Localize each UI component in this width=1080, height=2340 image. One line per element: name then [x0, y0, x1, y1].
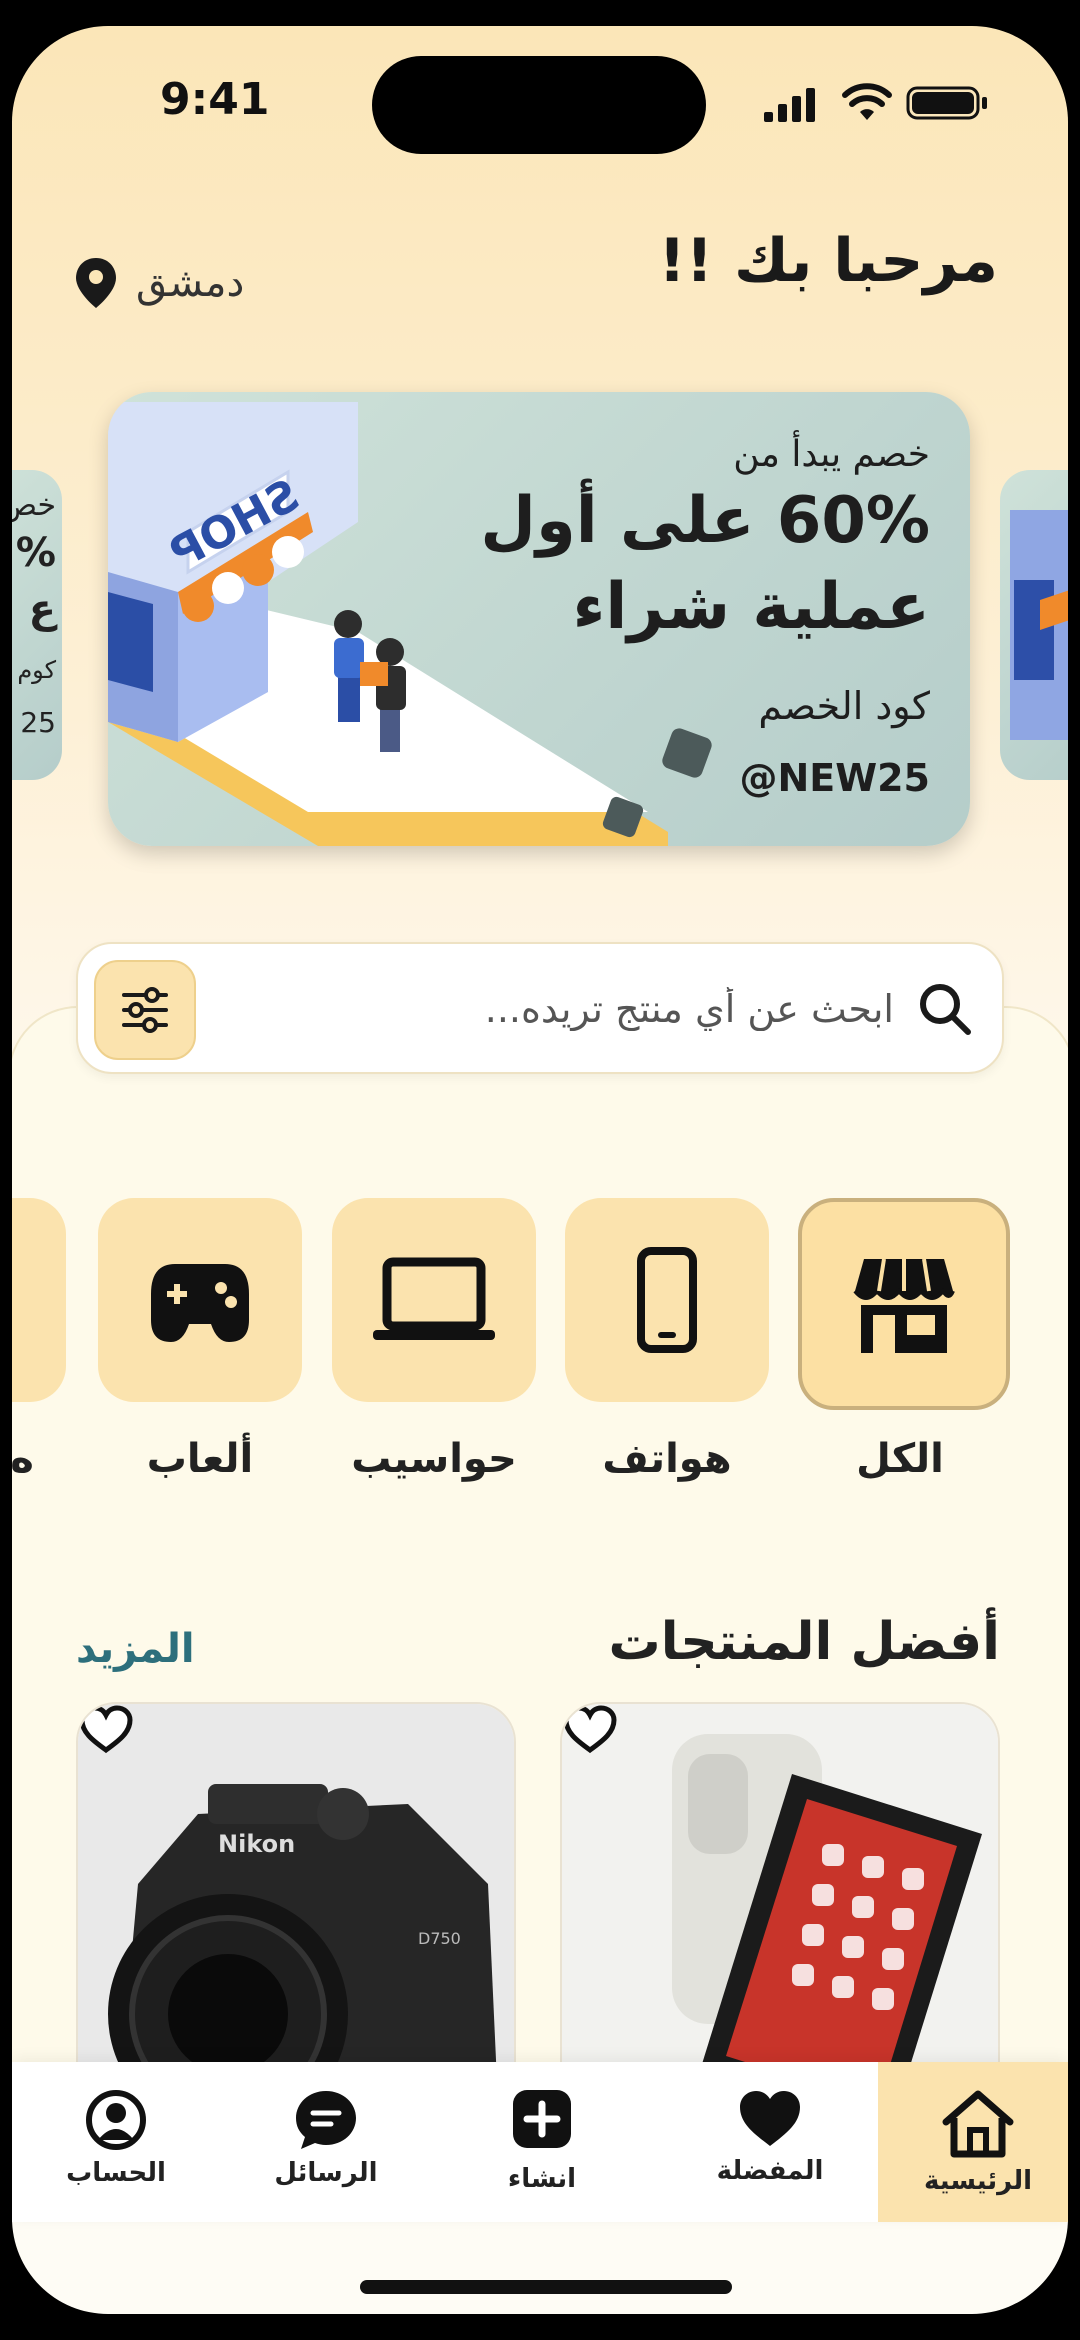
- side-text: %: [15, 530, 56, 576]
- banner-subtitle: خصم يبدأ من: [733, 434, 930, 475]
- shop-illustration: [1010, 510, 1068, 740]
- tab-messages[interactable]: الرسائل: [226, 2062, 426, 2222]
- tab-label: المفضلة: [716, 2156, 824, 2186]
- banner-code-label: كود الخصم: [758, 684, 930, 728]
- bottom-tab-bar: الرئيسية المفضلة انشاء الرسائل الحساب: [12, 2062, 1068, 2222]
- category-partial[interactable]: [12, 1198, 66, 1402]
- category-laptops[interactable]: [332, 1198, 536, 1402]
- chat-icon: [296, 2091, 356, 2149]
- plus-square-icon: [513, 2090, 571, 2148]
- sliders-icon: [122, 987, 168, 1033]
- store-icon: [853, 1258, 955, 1353]
- gamepad-icon: [151, 1264, 249, 1342]
- location-selector[interactable]: دمشق: [74, 256, 244, 310]
- category-label: ه: [12, 1436, 34, 1482]
- camera-model-text: D750: [418, 1929, 461, 1948]
- tab-home[interactable]: الرئيسية: [878, 2062, 1068, 2222]
- category-label: حواسيب: [351, 1436, 517, 1482]
- account-icon: [86, 2090, 146, 2150]
- greeting-title: مرحبا بك !!: [658, 226, 998, 296]
- tab-label: انشاء: [507, 2164, 577, 2194]
- location-pin-icon: [76, 258, 116, 308]
- laptop-icon: [373, 1257, 495, 1340]
- search-icon[interactable]: [916, 980, 972, 1036]
- status-bar: 9:41: [12, 26, 1068, 186]
- camera-image: Nikon D750: [78, 1704, 514, 2104]
- side-text: ع: [28, 586, 56, 632]
- banner-card-next[interactable]: [1000, 470, 1068, 780]
- heart-icon: [740, 2091, 800, 2146]
- wifi-icon: [842, 83, 892, 120]
- tab-account[interactable]: الحساب: [16, 2062, 216, 2222]
- tab-create[interactable]: انشاء: [442, 2062, 642, 2222]
- smartphone-image: [562, 1704, 998, 2104]
- banner-headline-2: عملية شراء: [572, 570, 930, 644]
- home-indicator[interactable]: [360, 2280, 732, 2294]
- status-time: 9:41: [160, 74, 270, 125]
- product-card-camera[interactable]: Nikon D750: [76, 1702, 516, 2106]
- favorite-heart-icon[interactable]: [78, 1704, 134, 1756]
- search-bar: [76, 942, 1004, 1074]
- tab-favorites[interactable]: المفضلة: [670, 2062, 870, 2222]
- home-icon: [942, 2090, 1014, 2158]
- dynamic-island: [372, 56, 706, 154]
- phone-screen: 9:41 مرحبا بك !! دمشق خص % ع كوم 25 SHOP…: [12, 26, 1068, 2314]
- tab-label: الحساب: [66, 2158, 166, 2188]
- category-label: هواتف: [602, 1436, 732, 1482]
- side-text: كوم: [17, 656, 56, 684]
- category-games[interactable]: [98, 1198, 302, 1402]
- section-title: أفضل المنتجات: [608, 1612, 1000, 1672]
- category-phones[interactable]: [565, 1198, 769, 1402]
- side-text: خص: [12, 488, 56, 523]
- see-more-link[interactable]: المزيد: [76, 1626, 195, 1672]
- promo-banner[interactable]: SHOP خصم يبدأ من 60% على أول عملية شراء …: [108, 392, 970, 846]
- banner-headline-1: 60% على أول: [480, 484, 930, 558]
- battery-icon: [906, 86, 987, 120]
- location-label: دمشق: [136, 260, 245, 306]
- banner-card-prev[interactable]: خص % ع كوم 25: [12, 470, 62, 780]
- tab-label: الرئيسية: [923, 2166, 1033, 2196]
- category-all[interactable]: [798, 1198, 1010, 1410]
- product-card-phone[interactable]: [560, 1702, 1000, 2106]
- side-text: 25: [20, 706, 56, 739]
- favorite-heart-icon[interactable]: [562, 1704, 618, 1756]
- phone-icon: [637, 1247, 697, 1353]
- search-input[interactable]: [292, 970, 896, 1048]
- signal-icon: [764, 88, 815, 122]
- tab-label: الرسائل: [274, 2158, 378, 2188]
- category-label: الكل: [856, 1436, 944, 1482]
- banner-code: @NEW25: [739, 756, 930, 800]
- camera-brand-text: Nikon: [218, 1830, 295, 1858]
- filter-button[interactable]: [94, 960, 196, 1060]
